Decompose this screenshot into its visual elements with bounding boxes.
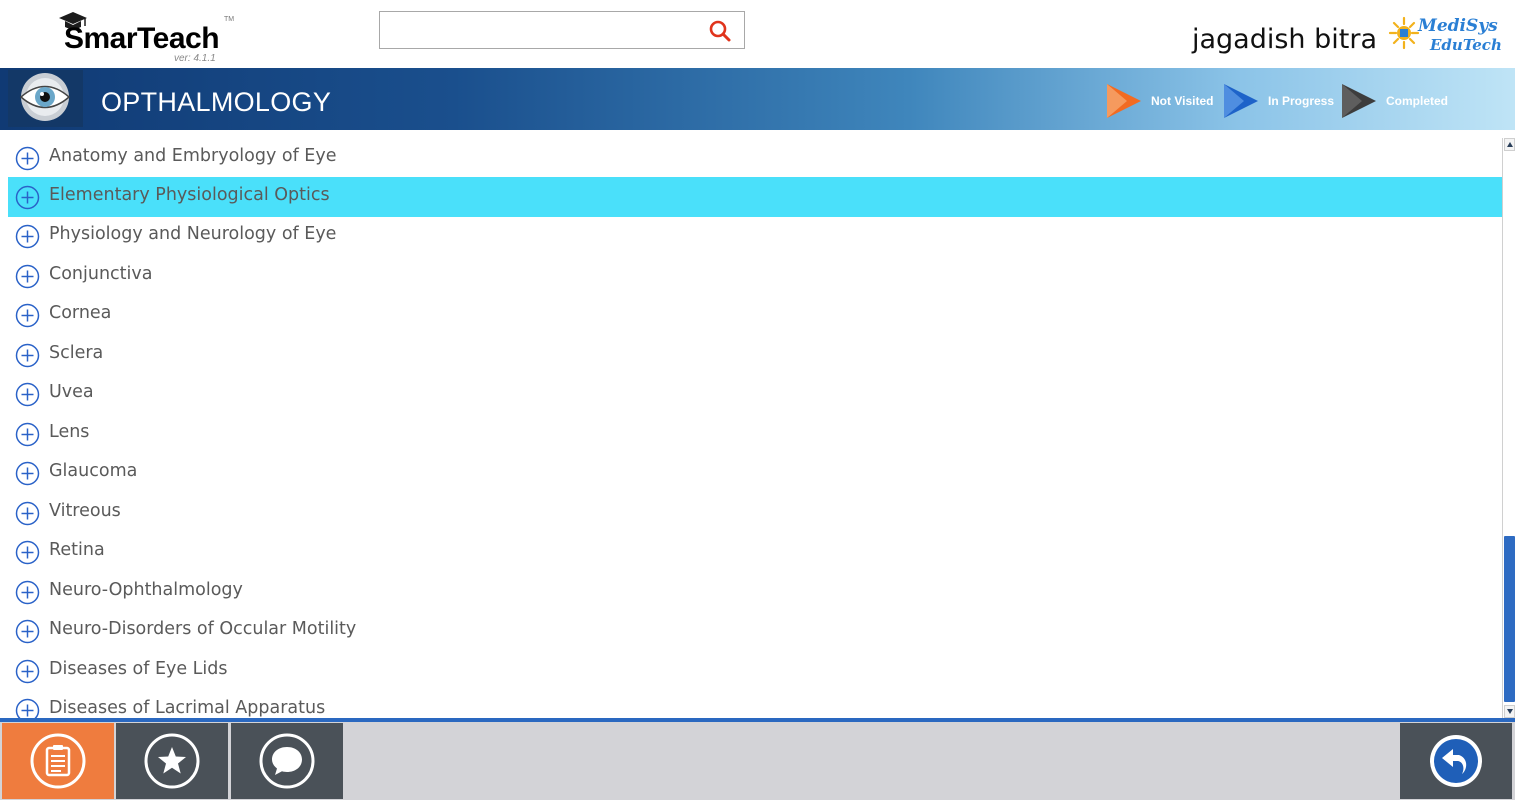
topic-row[interactable]: Physiology and Neurology of Eye — [8, 216, 1502, 256]
expand-plus-icon[interactable] — [15, 461, 40, 486]
bottom-nav-bar — [0, 722, 1515, 800]
play-arrow-blue-icon — [1224, 84, 1258, 118]
topic-label[interactable]: Cornea — [49, 303, 111, 323]
expand-plus-icon[interactable] — [15, 698, 40, 718]
medisys-edutech-logo: MediSys EduTech — [1388, 14, 1508, 62]
topic-row[interactable]: Glaucoma — [8, 453, 1502, 493]
topic-row[interactable]: Retina — [8, 532, 1502, 572]
play-arrow-orange-icon — [1107, 84, 1141, 118]
expand-plus-icon[interactable] — [15, 264, 40, 289]
expand-plus-icon[interactable] — [15, 619, 40, 644]
topic-row[interactable]: Diseases of Lacrimal Apparatus — [8, 690, 1502, 718]
expand-plus-icon[interactable] — [15, 422, 40, 447]
topic-row[interactable]: Uvea — [8, 374, 1502, 414]
user-name: jagadish bitra — [1191, 24, 1377, 55]
topic-row[interactable]: Conjunctiva — [8, 256, 1502, 296]
legend-label: In Progress — [1268, 94, 1335, 108]
search-icon[interactable] — [708, 19, 732, 43]
topic-label[interactable]: Conjunctiva — [49, 264, 153, 284]
scroll-down-arrow-icon[interactable] — [1504, 705, 1515, 718]
play-arrow-dark-icon — [1342, 84, 1376, 118]
expand-plus-icon[interactable] — [15, 224, 40, 249]
topic-row[interactable]: Neuro-Disorders of Occular Motility — [8, 611, 1502, 651]
legend-not-visited: Not Visited — [1105, 82, 1213, 120]
subject-title: OPTHALMOLOGY — [101, 87, 332, 117]
logo-wordmark: SmarTeach — [64, 22, 220, 55]
topic-label[interactable]: Uvea — [49, 382, 94, 402]
expand-plus-icon[interactable] — [15, 303, 40, 328]
topic-label[interactable]: Neuro-Ophthalmology — [49, 580, 243, 600]
list-scrollbar[interactable] — [1502, 138, 1515, 718]
expand-plus-icon[interactable] — [15, 659, 40, 684]
chat-bubble-icon — [259, 733, 315, 789]
star-icon — [144, 733, 200, 789]
topic-row[interactable]: Anatomy and Embryology of Eye — [8, 138, 1502, 178]
smarteach-logo: SmarTeach TM ver: 4.1.1 — [56, 8, 246, 66]
brand-line-2: EduTech — [1430, 36, 1502, 54]
expand-plus-icon[interactable] — [15, 382, 40, 407]
notes-button[interactable] — [2, 723, 114, 799]
topic-row-selected[interactable]: Elementary Physiological Optics — [8, 177, 1502, 217]
topic-row[interactable]: Neuro-Ophthalmology — [8, 572, 1502, 612]
topic-row[interactable]: Cornea — [8, 295, 1502, 335]
legend-in-progress: In Progress — [1222, 82, 1334, 120]
topic-row[interactable]: Vitreous — [8, 493, 1502, 533]
legend-label: Not Visited — [1151, 94, 1214, 108]
expand-plus-icon[interactable] — [15, 343, 40, 368]
topic-label[interactable]: Physiology and Neurology of Eye — [49, 224, 336, 244]
legend-label: Completed — [1386, 94, 1449, 108]
topic-label[interactable]: Anatomy and Embryology of Eye — [49, 146, 337, 166]
expand-plus-icon[interactable] — [15, 185, 40, 210]
topic-row[interactable]: Diseases of Eye Lids — [8, 651, 1502, 691]
subject-header: OPTHALMOLOGY Not Visited In Progress Com… — [0, 68, 1515, 130]
expand-plus-icon[interactable] — [15, 580, 40, 605]
topic-label[interactable]: Sclera — [49, 343, 103, 363]
search-box[interactable] — [379, 11, 745, 49]
logo-trademark: TM — [224, 16, 235, 23]
subject-eye-image — [8, 70, 83, 127]
expand-plus-icon[interactable] — [15, 501, 40, 526]
topic-label[interactable]: Glaucoma — [49, 461, 137, 481]
favorites-button[interactable] — [116, 723, 228, 799]
eye-icon — [8, 70, 83, 127]
expand-plus-icon[interactable] — [15, 146, 40, 171]
app-version: ver: 4.1.1 — [174, 53, 216, 64]
scroll-thumb[interactable] — [1504, 536, 1515, 702]
topic-label[interactable]: Lens — [49, 422, 89, 442]
legend-completed: Completed — [1340, 82, 1448, 120]
topic-label[interactable]: Elementary Physiological Optics — [49, 185, 330, 205]
topic-label[interactable]: Neuro-Disorders of Occular Motility — [49, 619, 356, 639]
sun-logo-icon — [1388, 16, 1420, 50]
notes-icon — [30, 733, 86, 789]
back-arrow-icon — [1430, 735, 1482, 787]
topic-row[interactable]: Lens — [8, 414, 1502, 454]
top-bar: SmarTeach TM ver: 4.1.1 jagadish bitra M… — [0, 0, 1515, 68]
back-button[interactable] — [1400, 723, 1512, 799]
topic-label[interactable]: Vitreous — [49, 501, 121, 521]
topic-label[interactable]: Diseases of Eye Lids — [49, 659, 228, 679]
discussion-button[interactable] — [231, 723, 343, 799]
search-input[interactable] — [384, 16, 702, 44]
expand-plus-icon[interactable] — [15, 540, 40, 565]
scroll-up-arrow-icon[interactable] — [1504, 138, 1515, 151]
topic-label[interactable]: Diseases of Lacrimal Apparatus — [49, 698, 325, 718]
brand-line-1: MediSys — [1418, 16, 1498, 36]
topic-row[interactable]: Sclera — [8, 335, 1502, 375]
topic-label[interactable]: Retina — [49, 540, 105, 560]
topic-list[interactable]: Anatomy and Embryology of Eye Elementary… — [8, 138, 1502, 718]
